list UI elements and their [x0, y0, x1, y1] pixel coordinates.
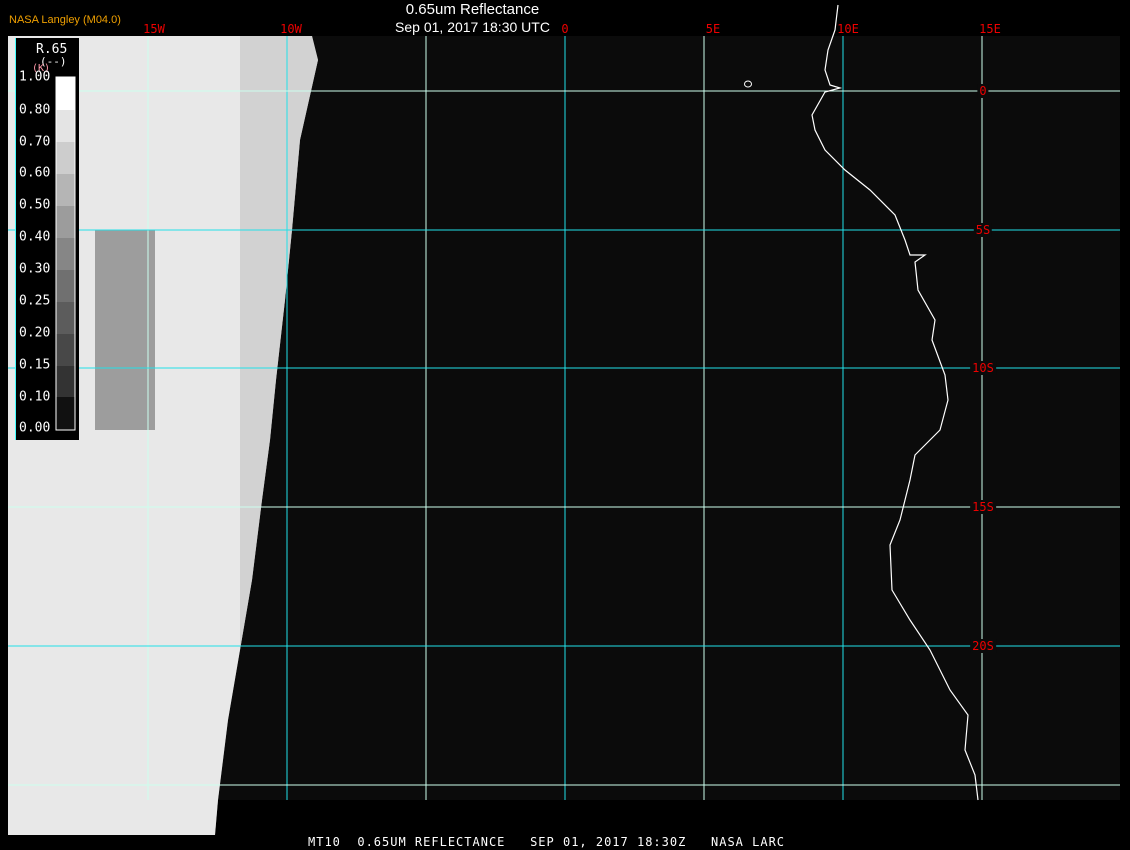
lat-label: 0	[977, 84, 989, 98]
legend-value: 0.60	[19, 165, 51, 181]
image-timestamp: Sep 01, 2017 18:30 UTC	[395, 19, 550, 35]
lon-label: 5E	[705, 22, 721, 36]
map-canvas	[8, 4, 1120, 835]
lat-label: 5S	[973, 223, 993, 237]
legend-value: 0.50	[19, 197, 51, 213]
brand-label: NASA Langley (M04.0)	[9, 14, 121, 26]
image-title: 0.65um Reflectance	[405, 1, 540, 18]
legend-value: 0.80	[19, 102, 51, 118]
legend-value: 0.00	[19, 420, 51, 436]
satellite-map: 0.65um Reflectance Sep 01, 2017 18:30 UT…	[0, 0, 1130, 850]
legend-value: 1.00	[19, 69, 51, 85]
legend-value: 0.40	[19, 229, 51, 245]
legend-value: 0.15	[19, 357, 51, 373]
lat-label: 20S	[970, 639, 996, 653]
lat-label: 15S	[970, 500, 996, 514]
legend-value: 0.25	[19, 293, 51, 309]
lon-label: 15W	[143, 22, 165, 36]
legend-value: 0.70	[19, 134, 51, 150]
lat-label: 10S	[970, 361, 996, 375]
lon-label: 0	[561, 22, 569, 36]
legend-value: 0.20	[19, 325, 51, 341]
legend-value: 0.30	[19, 261, 51, 277]
legend-value: 0.10	[19, 389, 51, 405]
color-legend: R.65 (--) (K) 1.00 0.80 0.70 0.60 0.50 0…	[15, 38, 79, 440]
lon-label: 15E	[979, 22, 1001, 36]
footer-caption: MT10 0.65UM REFLECTANCE SEP 01, 2017 18:…	[308, 835, 786, 849]
lon-label: 10E	[837, 22, 859, 36]
lon-label: 10W	[280, 22, 302, 36]
